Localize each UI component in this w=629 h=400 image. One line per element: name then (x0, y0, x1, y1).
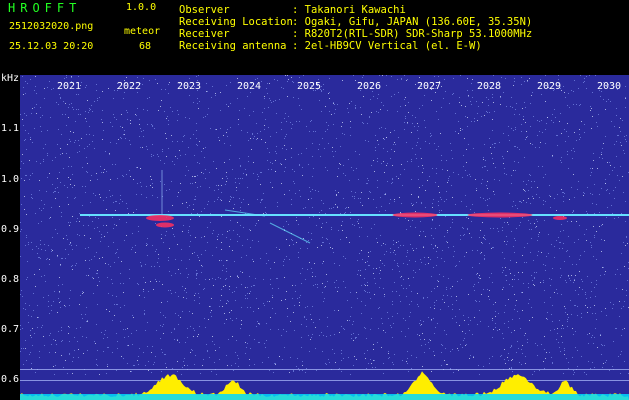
x-tick-label: 2023 (177, 81, 202, 92)
reference-line (20, 380, 629, 381)
x-tick-label: 2024 (237, 81, 262, 92)
x-tick-label: 2025 (297, 81, 322, 92)
meteor-count: 68 (139, 41, 152, 52)
receiver-value: : R820T2(RTL-SDR) SDR-Sharp 53.1000MHz (292, 28, 533, 40)
y-tick-label: 1.0 (1, 174, 20, 185)
reference-line (20, 369, 629, 370)
meteor-echo (467, 212, 533, 218)
meteor-echo (553, 216, 567, 220)
meteor-echo (392, 212, 438, 218)
meteor-echo (156, 222, 174, 228)
y-tick-label: 0.8 (1, 274, 20, 285)
activity-baseline (20, 394, 629, 400)
spectrogram-plot (20, 75, 629, 400)
receiver-label: Receiver (179, 28, 230, 40)
y-tick-label: 0.6 (1, 374, 20, 385)
observer-value: : Takanori Kawachi (292, 4, 406, 16)
x-tick-label: 2022 (117, 81, 142, 92)
meteor-label: meteor (124, 26, 161, 37)
observer-label: Observer (179, 4, 230, 16)
x-tick-label: 2030 (597, 81, 622, 92)
x-tick-label: 2029 (537, 81, 562, 92)
noise-speckle (20, 75, 629, 375)
location-value: : Ogaki, Gifu, JAPAN (136.60E, 35.35N) (292, 16, 533, 28)
y-tick-label: 0.7 (1, 324, 20, 335)
capture-datetime: 25.12.03 20:20 (9, 41, 94, 52)
antenna-label: Receiving antenna (179, 40, 287, 52)
meteor-echo (146, 215, 174, 221)
x-tick-label: 2028 (477, 81, 502, 92)
x-tick-label: 2026 (357, 81, 382, 92)
app-name: HROFFT (8, 1, 82, 15)
y-unit-label: kHz (1, 73, 20, 84)
meteor-streak (269, 222, 311, 244)
x-tick-label: 2027 (417, 81, 442, 92)
header-panel: HROFFT 1.0.0 2512032020.png meteor 25.12… (0, 0, 629, 75)
app-version: 1.0.0 (126, 2, 157, 13)
location-label: Receiving Location (179, 16, 293, 28)
y-tick-label: 1.1 (1, 123, 20, 134)
spectrogram-canvas (20, 75, 629, 400)
file-name: 2512032020.png (9, 21, 94, 32)
x-tick-label: 2021 (57, 81, 82, 92)
y-tick-label: 0.9 (1, 224, 20, 235)
antenna-value: : 2el-HB9CV Vertical (el. E-W) (292, 40, 482, 52)
